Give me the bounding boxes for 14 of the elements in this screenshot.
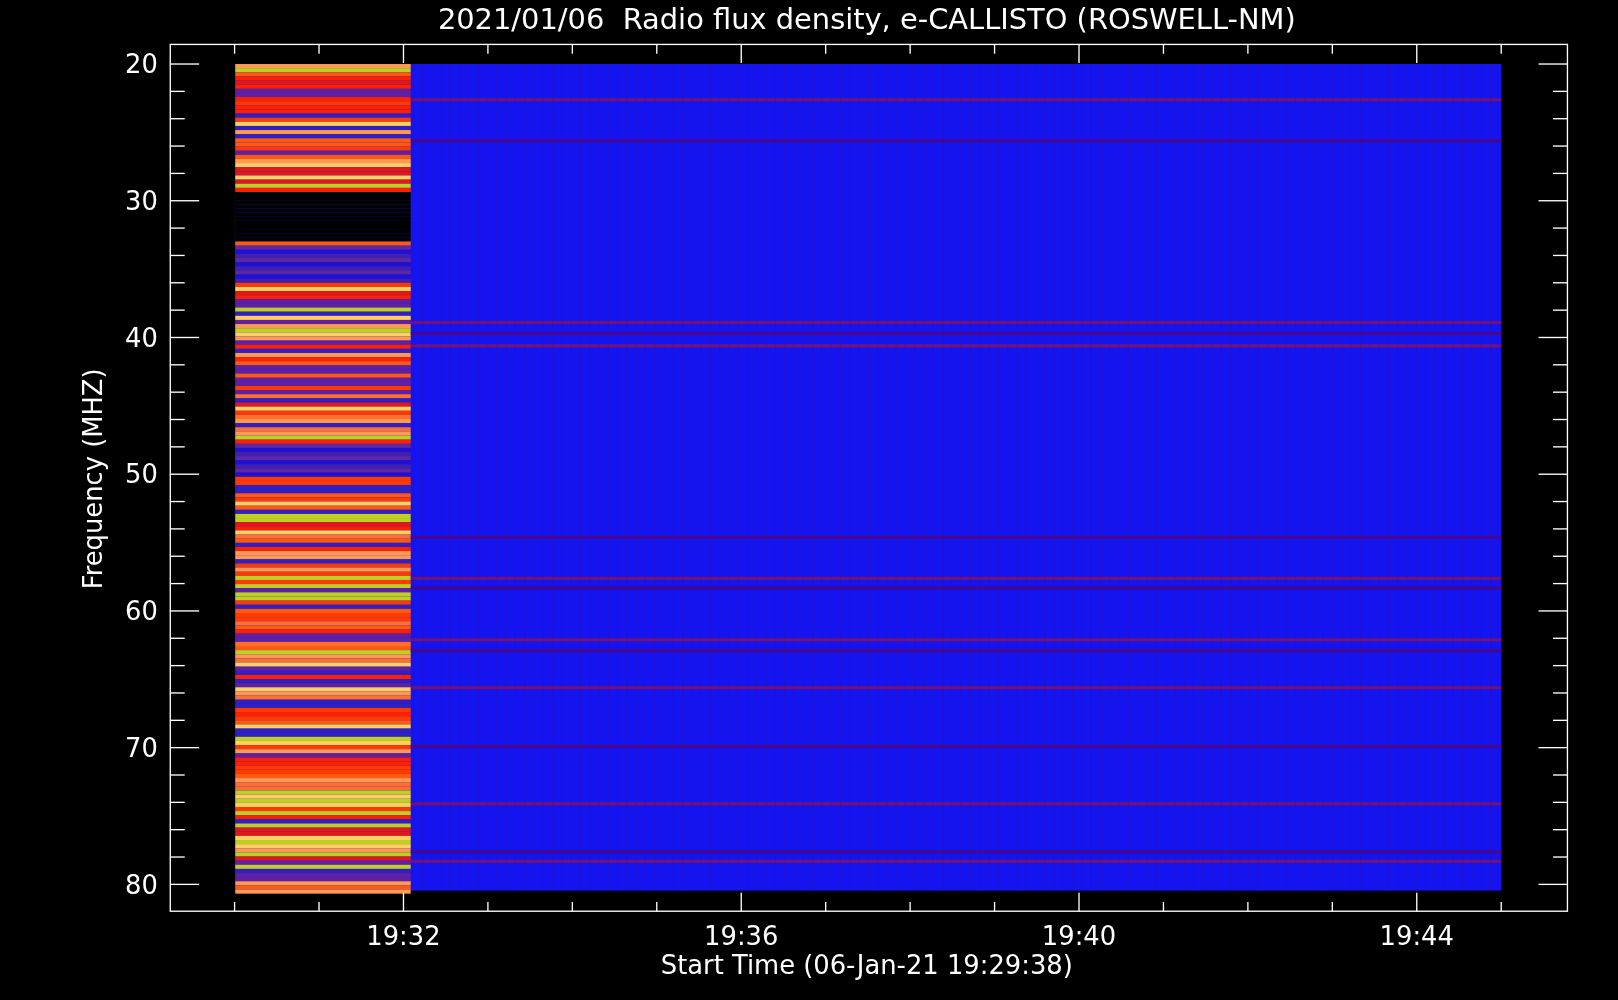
axis-tick-label: 70 xyxy=(125,732,158,763)
x-axis-label: Start Time (06-Jan-21 19:29:38) xyxy=(660,950,1073,981)
axis-tick-label: 50 xyxy=(125,459,158,490)
axis-tick-label: 80 xyxy=(125,869,158,900)
axis-tick-label: 19:32 xyxy=(366,921,441,952)
y-axis-label: Frequency (MHZ) xyxy=(78,368,109,590)
axis-tick-label: 40 xyxy=(125,322,158,353)
axis-tick-label: 19:44 xyxy=(1379,921,1454,952)
chart-title: 2021/01/06 Radio flux density, e-CALLISTO (ROSWELL-NM) xyxy=(437,1,1296,36)
axis-tick-label: 60 xyxy=(125,596,158,627)
axis-tick-label: 19:36 xyxy=(704,921,779,952)
axis-tick-label: 20 xyxy=(125,49,158,80)
axis-tick-label: 19:40 xyxy=(1041,921,1117,952)
axis-tick-label: 30 xyxy=(125,186,158,217)
